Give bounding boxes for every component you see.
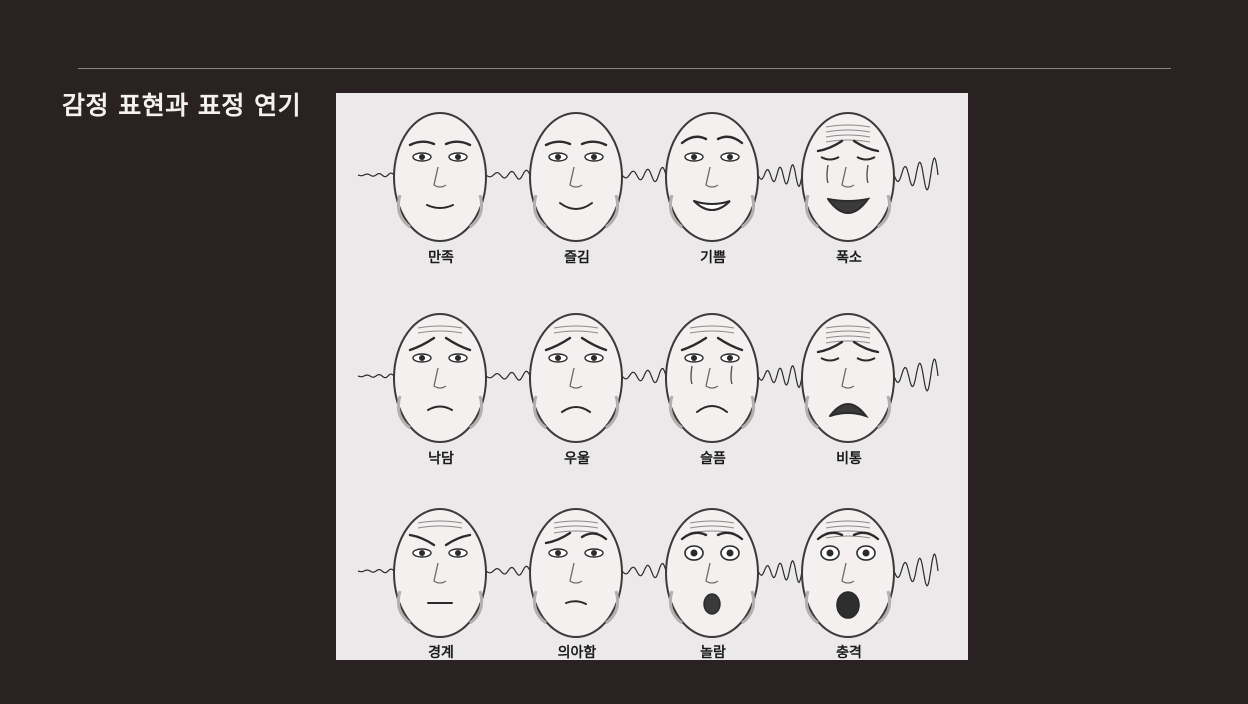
face-label: 기쁨: [700, 250, 726, 266]
wave-line: [357, 172, 395, 178]
face-label: 만족: [428, 250, 454, 266]
mouth: [836, 591, 860, 619]
face-outline: [665, 508, 759, 638]
face-label: 의아함: [557, 645, 597, 661]
pupil: [455, 154, 461, 160]
pupil: [727, 154, 733, 160]
pupil: [591, 550, 597, 556]
header-divider: [78, 68, 1171, 69]
pupil: [555, 355, 561, 361]
wave-line: [757, 560, 803, 584]
face-outline: [665, 313, 759, 443]
face-outline: [529, 313, 623, 443]
face-outline: [393, 508, 487, 638]
face-outline: [801, 112, 895, 242]
face-outline: [393, 112, 487, 242]
pupil: [826, 549, 834, 557]
wave-line: [357, 568, 395, 574]
wave-line: [893, 553, 939, 587]
faces-illustration: [357, 112, 939, 638]
face-outline: [529, 508, 623, 638]
slide-title: 감정 표현과 표정 연기: [62, 91, 302, 120]
face-label: 비통: [836, 451, 862, 467]
pupil: [455, 355, 461, 361]
pupil: [591, 154, 597, 160]
pupil: [419, 154, 425, 160]
wave-line: [893, 157, 939, 191]
face-label: 즐김: [564, 250, 590, 266]
wave-line: [757, 164, 803, 188]
face-label: 슬픔: [700, 451, 726, 467]
wave-line: [485, 370, 531, 381]
wave-line: [621, 166, 667, 183]
wave-line: [357, 373, 395, 379]
pupil: [862, 549, 870, 557]
face-outline: [665, 112, 759, 242]
wave-line: [893, 358, 939, 392]
wave-line: [621, 562, 667, 579]
expression-chart-image: 만족 즐김 기쁨 폭소 낙담 우울 슬픔 비통 경계 의아함 놀람 충격: [336, 93, 968, 661]
face-label: 충격: [836, 645, 862, 661]
face-label: 폭소: [836, 250, 862, 266]
pupil: [727, 355, 733, 361]
face-label: 놀람: [700, 645, 726, 661]
face-label: 경계: [428, 645, 454, 661]
face-outline: [801, 313, 895, 443]
pupil: [691, 355, 697, 361]
pupil: [555, 154, 561, 160]
pupil: [690, 549, 698, 557]
face-outline: [393, 313, 487, 443]
face-outline: [529, 112, 623, 242]
mouth: [703, 593, 721, 615]
pupil: [555, 550, 561, 556]
wave-line: [485, 169, 531, 180]
pupil: [419, 355, 425, 361]
wave-line: [621, 367, 667, 384]
wave-line: [485, 565, 531, 576]
pupil: [691, 154, 697, 160]
pupil: [726, 549, 734, 557]
pupil: [455, 550, 461, 556]
face-label: 낙담: [428, 451, 454, 467]
pupil: [419, 550, 425, 556]
wave-line: [757, 365, 803, 389]
pupil: [591, 355, 597, 361]
face-label: 우울: [564, 451, 590, 467]
